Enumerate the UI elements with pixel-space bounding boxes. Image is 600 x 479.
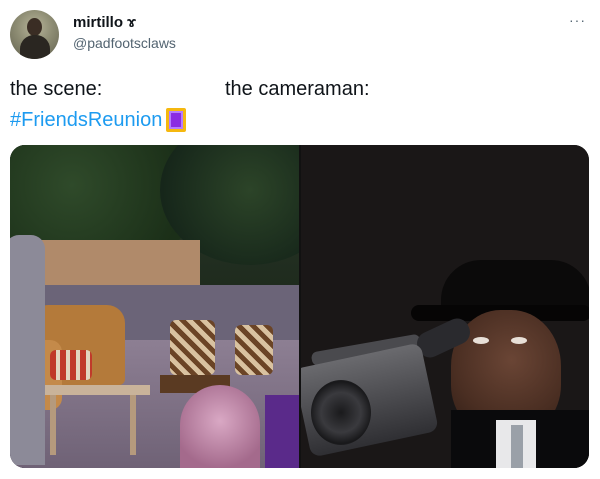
media-grid[interactable]: [10, 145, 589, 468]
cameraman-eye: [473, 337, 489, 344]
scene-chair: [235, 325, 273, 375]
photo-cameraman[interactable]: [301, 145, 589, 468]
cameraman-tie: [511, 425, 523, 468]
tweet-text-line-1: the scene: the cameraman:: [10, 78, 590, 102]
scene-pillow: [50, 350, 92, 380]
author-name-row[interactable]: mirtillo ɤ: [73, 14, 136, 31]
camera-lens: [311, 380, 371, 445]
display-name[interactable]: mirtillo: [73, 14, 123, 31]
scene-person: [10, 235, 45, 465]
avatar-body: [20, 35, 50, 59]
user-handle[interactable]: @padfootsclaws: [73, 35, 176, 51]
photo-scene[interactable]: [10, 145, 299, 468]
hashtag-link[interactable]: #FriendsReunion: [10, 109, 162, 132]
scene-table-leg: [130, 395, 136, 455]
scene-audience-hair: [180, 385, 260, 468]
name-badge: ɤ: [127, 14, 137, 31]
tweet: mirtillo ɤ @padfootsclaws ··· the scene:…: [0, 0, 600, 479]
scene-audience-shirt: [265, 395, 299, 468]
avatar[interactable]: [10, 10, 59, 59]
avatar-head: [27, 18, 42, 36]
more-options-icon[interactable]: ···: [569, 12, 586, 28]
cameraman-eye: [511, 337, 527, 344]
tweet-text-line-2: #FriendsReunion: [10, 107, 187, 133]
picture-frame-emoji-icon: [166, 108, 187, 132]
text-cameraman: the cameraman:: [225, 78, 370, 100]
scene-table-leg: [50, 395, 56, 455]
text-scene: the scene:: [10, 78, 103, 100]
scene-table: [40, 385, 150, 395]
scene-chair: [170, 320, 215, 375]
